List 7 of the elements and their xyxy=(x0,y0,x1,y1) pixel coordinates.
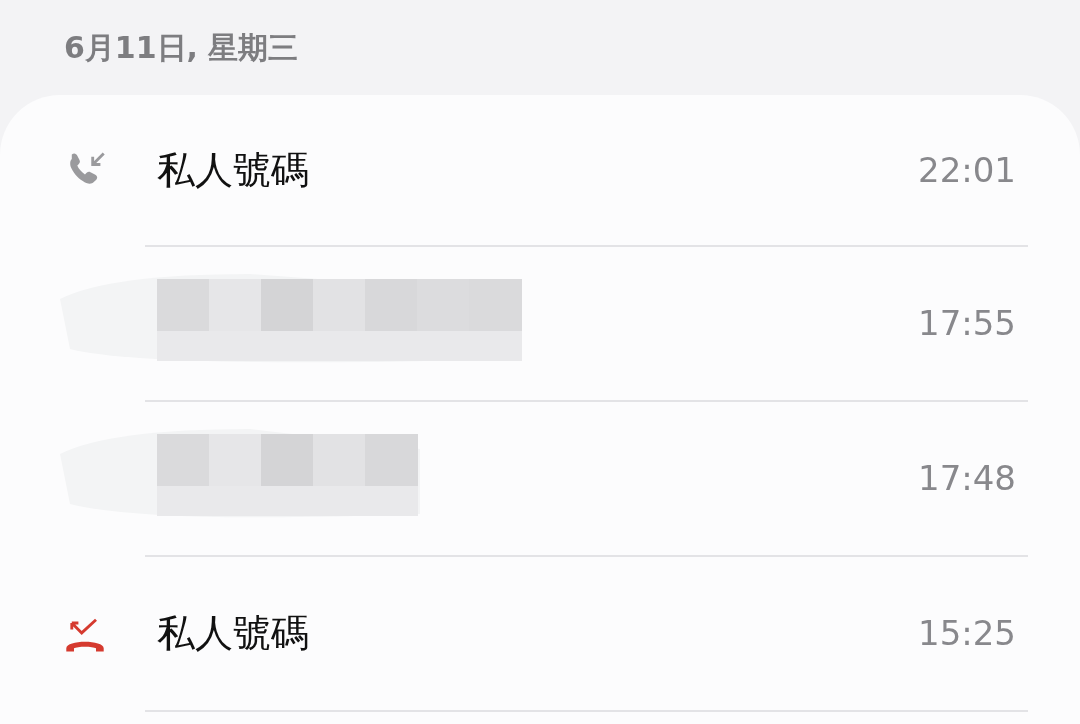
call-time: 17:55 xyxy=(918,302,1016,345)
caller-name: 私人號碼 xyxy=(157,146,309,194)
caller-name: 私人號碼 xyxy=(157,610,309,657)
date-header: 6月11日, 星期三 xyxy=(63,29,300,67)
call-time: 17:48 xyxy=(918,457,1016,500)
call-time: 22:01 xyxy=(918,148,1016,192)
call-time: 15:25 xyxy=(918,612,1016,655)
